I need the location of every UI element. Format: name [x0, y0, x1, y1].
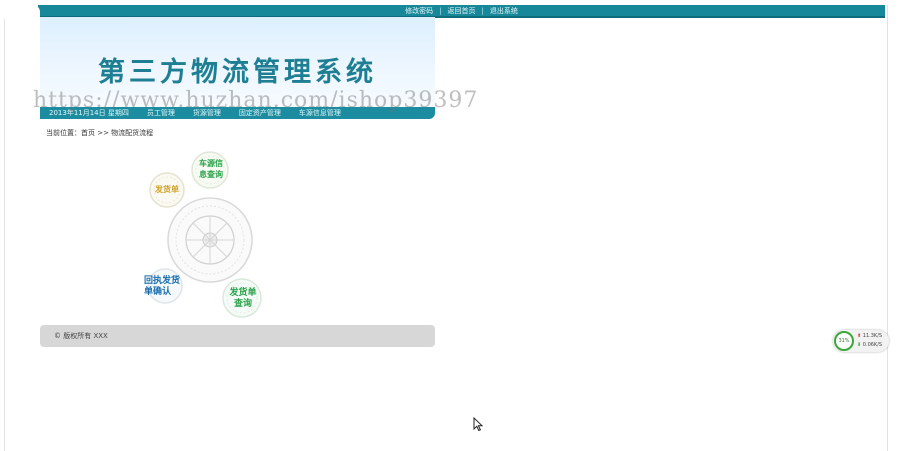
usage-ring: 31%	[834, 331, 854, 351]
system-title: 第三方物流管理系统	[98, 57, 377, 88]
label-line: 发货单	[155, 185, 179, 194]
return-home-link[interactable]: 返回首页	[448, 6, 476, 16]
label-line: 息查询	[199, 170, 223, 179]
download-value: 0.06K/S	[862, 342, 883, 348]
upload-value: 11.3K/S	[862, 333, 883, 339]
upload-speed: ⬆ 11.3K/S	[857, 333, 882, 339]
download-speed: ⬇ 0.06K/S	[857, 342, 882, 348]
breadcrumb: 当前位置：首页 >> 物流配货流程	[46, 129, 154, 137]
separator: |	[481, 6, 484, 15]
down-arrow-icon: ⬇	[857, 342, 862, 348]
label-line: 单确认	[144, 287, 172, 297]
workflow-vehicle-query[interactable]: 车源信 息查询	[192, 158, 230, 180]
up-arrow-icon: ⬆	[857, 333, 862, 339]
label-line: 车源信	[199, 159, 223, 168]
workflow-receipt-confirm[interactable]: 回执发货 单确认	[144, 276, 192, 298]
change-password-link[interactable]: 修改密码	[405, 6, 433, 16]
mouse-cursor-icon	[473, 416, 484, 435]
network-speed-widget[interactable]: 31% ⬆ 11.3K/S ⬇ 0.06K/S	[833, 330, 889, 352]
footer: © 版权所有 XXX	[40, 325, 435, 347]
workflow-diagram: 车源信 息查询 发货单 回执发货 单确认 发货单 查询	[140, 148, 270, 323]
corner-notch	[4, 5, 40, 19]
label-line: 发货单	[229, 288, 257, 298]
workflow-order-query[interactable]: 发货单 查询	[224, 288, 262, 310]
watermark: https://www.huzhan.com/ishop39397	[33, 88, 479, 113]
logout-link[interactable]: 退出系统	[490, 6, 518, 16]
label-line: 回执发货	[144, 276, 181, 286]
copyright-text: © 版权所有 XXX	[54, 332, 108, 340]
workflow-shipping-order[interactable]: 发货单	[147, 184, 187, 195]
separator: |	[439, 6, 442, 15]
label-line: 查询	[233, 299, 252, 309]
